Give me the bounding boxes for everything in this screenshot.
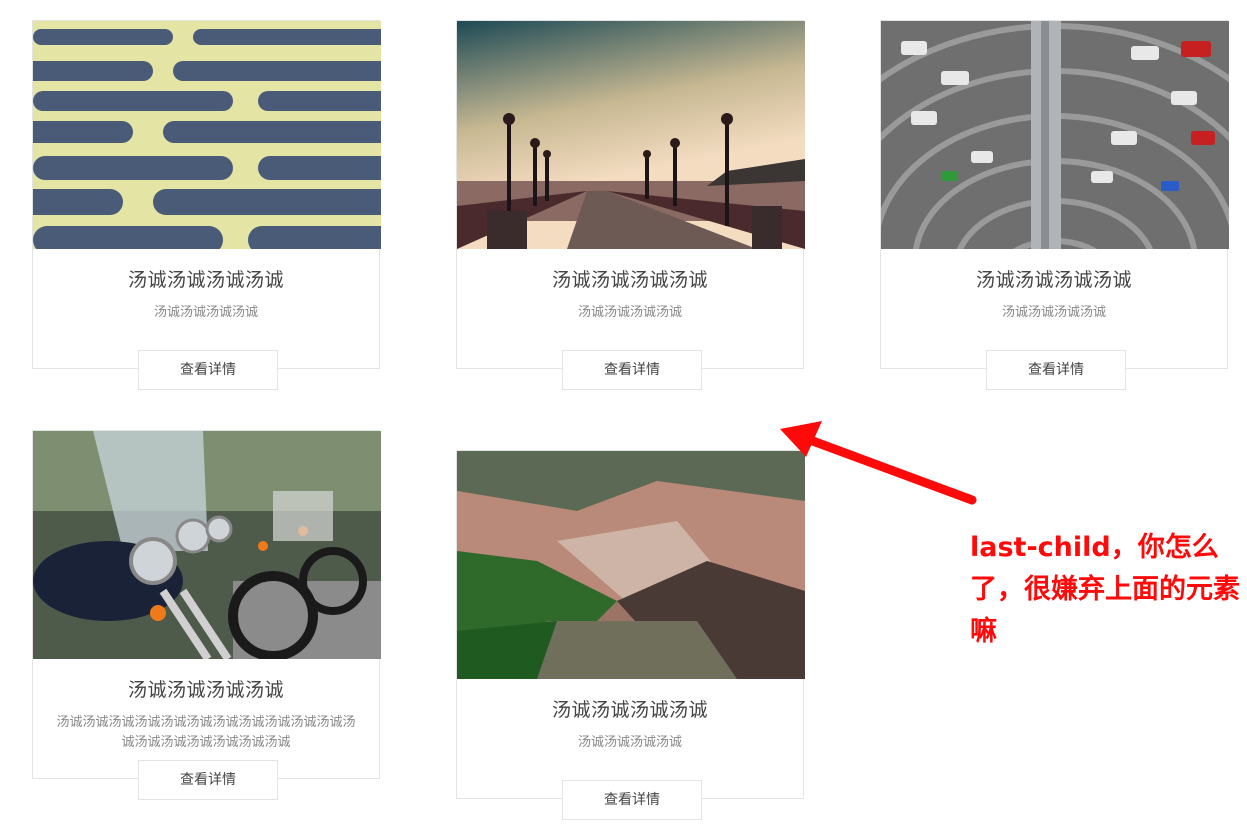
view-details-button[interactable]: 查看详情 — [138, 350, 278, 390]
card-image-grate — [33, 21, 381, 249]
product-card: 汤诚汤诚汤诚汤诚 汤诚汤诚汤诚汤诚 — [456, 20, 805, 369]
card-title: 汤诚汤诚汤诚汤诚 — [127, 269, 284, 291]
card-image-gorge — [457, 451, 805, 679]
product-card: 汤诚汤诚汤诚汤诚 汤诚汤诚汤诚汤诚 — [32, 20, 381, 369]
card-title: 汤诚汤诚汤诚汤诚 — [127, 679, 284, 701]
annotation-arrow-icon — [780, 421, 977, 505]
card-description: 汤诚汤诚汤诚汤诚汤诚汤诚汤诚汤诚汤诚汤诚汤诚汤诚汤诚汤诚汤诚汤诚汤诚汤诚 — [56, 715, 356, 750]
view-details-button[interactable]: 查看详情 — [986, 350, 1126, 390]
card-title: 汤诚汤诚汤诚汤诚 — [975, 269, 1132, 291]
view-details-button[interactable]: 查看详情 — [138, 760, 278, 800]
card-image-parking — [881, 21, 1229, 249]
card-description: 汤诚汤诚汤诚汤诚 — [577, 305, 682, 320]
card-image-motorcycles — [33, 431, 381, 659]
product-card: 汤诚汤诚汤诚汤诚 汤诚汤诚汤诚汤诚 — [456, 450, 805, 799]
card-description: 汤诚汤诚汤诚汤诚 — [577, 735, 682, 750]
view-details-button[interactable]: 查看详情 — [562, 350, 702, 390]
annotation-text: last-child，你怎么了，很嫌弃上面的元素嘛 — [970, 532, 1240, 647]
card-image-pier — [457, 21, 805, 249]
card-description: 汤诚汤诚汤诚汤诚 — [153, 305, 258, 320]
view-details-button[interactable]: 查看详情 — [562, 780, 702, 820]
card-description: 汤诚汤诚汤诚汤诚 — [1001, 305, 1106, 320]
card-title: 汤诚汤诚汤诚汤诚 — [551, 699, 708, 721]
product-card: 汤诚汤诚汤诚汤诚 汤诚汤诚汤诚汤诚 — [880, 20, 1229, 369]
product-card: 汤诚汤诚汤诚汤诚 汤诚汤诚汤诚汤诚汤诚汤诚汤诚汤诚汤诚汤诚汤诚汤诚汤诚汤诚汤诚汤… — [32, 430, 381, 779]
card-title: 汤诚汤诚汤诚汤诚 — [551, 269, 708, 291]
